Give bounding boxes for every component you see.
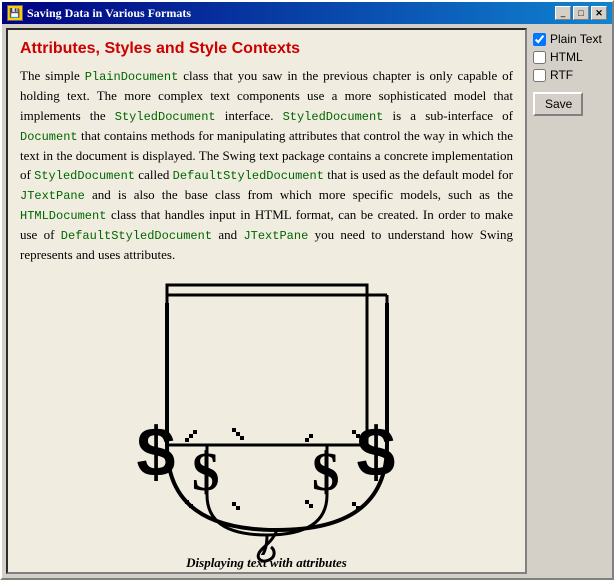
close-button[interactable]: ✕ <box>591 6 607 20</box>
window-body: Attributes, Styles and Style Contexts Th… <box>2 24 612 578</box>
code-ref-styled1: StyledDocument <box>115 110 216 124</box>
dollar-right: $ <box>355 418 397 497</box>
main-diagram: $ $ <box>107 275 447 565</box>
html-checkbox[interactable] <box>533 51 546 64</box>
code-ref-jtextpane1: JTextPane <box>20 189 85 203</box>
html-checkbox-item[interactable]: HTML <box>533 50 606 64</box>
left-dollar: $ <box>192 441 220 502</box>
code-ref-plain: PlainDocument <box>85 70 179 84</box>
figure-caption: Displaying text with attributes <box>107 555 427 571</box>
code-ref-styled2: StyledDocument <box>283 110 384 124</box>
window-icon: 💾 <box>7 5 23 21</box>
minimize-button[interactable]: _ <box>555 6 571 20</box>
rtf-checkbox[interactable] <box>533 69 546 82</box>
plain-text-label: Plain Text <box>550 32 602 46</box>
rtf-checkbox-item[interactable]: RTF <box>533 68 606 82</box>
article-body: The simple PlainDocument class that you … <box>20 66 513 265</box>
title-bar: 💾 Saving Data in Various Formats _ □ ✕ <box>2 2 612 24</box>
sidebar: Plain Text HTML RTF Save <box>527 24 612 578</box>
figure-container: $ $ <box>107 275 427 571</box>
right-dollar: $ <box>312 441 340 502</box>
main-content-area[interactable]: Attributes, Styles and Style Contexts Th… <box>6 28 527 574</box>
code-ref-styled3: StyledDocument <box>34 169 135 183</box>
article-title: Attributes, Styles and Style Contexts <box>20 40 513 58</box>
html-label: HTML <box>550 50 583 64</box>
code-ref-default: DefaultStyledDocument <box>173 169 324 183</box>
code-ref-default2: DefaultStyledDocument <box>61 229 212 243</box>
code-ref-html: HTMLDocument <box>20 209 106 223</box>
rtf-label: RTF <box>550 68 573 82</box>
plain-text-checkbox-item[interactable]: Plain Text <box>533 32 606 46</box>
title-bar-buttons: _ □ ✕ <box>555 6 607 20</box>
dollar-left: $ <box>135 418 177 497</box>
title-bar-left: 💾 Saving Data in Various Formats <box>7 5 191 21</box>
save-button[interactable]: Save <box>533 92 583 116</box>
maximize-button[interactable]: □ <box>573 6 589 20</box>
code-ref-jtextpane2: JTextPane <box>243 229 308 243</box>
code-ref-doc: Document <box>20 130 78 144</box>
window-title: Saving Data in Various Formats <box>27 6 191 21</box>
plain-text-checkbox[interactable] <box>533 33 546 46</box>
main-window: 💾 Saving Data in Various Formats _ □ ✕ A… <box>0 0 614 580</box>
